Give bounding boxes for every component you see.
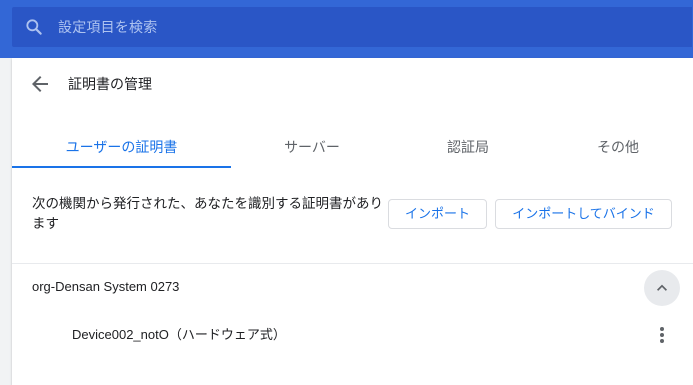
divider — [12, 263, 693, 264]
search-input[interactable]: 設定項目を検索 — [58, 7, 157, 47]
certificate-item: Device002_notO（ハードウェア式） — [72, 327, 286, 342]
tab-servers[interactable]: サーバー — [231, 132, 393, 166]
org-name: org-Densan System 0273 — [32, 279, 180, 294]
tab-user-certificates[interactable]: ユーザーの証明書 — [12, 132, 231, 168]
more-vert-icon[interactable] — [652, 325, 672, 345]
import-and-bind-button[interactable]: インポートしてバインド — [495, 199, 672, 229]
collapse-button[interactable] — [644, 270, 680, 306]
tab-others[interactable]: その他 — [543, 132, 693, 166]
search-icon — [26, 19, 42, 35]
settings-card: 証明書の管理 ユーザーの証明書 サーバー 認証局 その他 次の機関から発行された… — [12, 58, 693, 385]
import-button[interactable]: インポート — [388, 199, 487, 229]
tab-authorities[interactable]: 認証局 — [393, 132, 543, 166]
page-title: 証明書の管理 — [68, 76, 152, 92]
search-box[interactable]: 設定項目を検索 — [12, 7, 692, 47]
certificates-description: 次の機関から発行された、あなたを識別する証明書があります — [32, 196, 383, 231]
arrow-back-icon[interactable] — [28, 72, 52, 96]
top-bar: 設定項目を検索 — [0, 0, 693, 58]
chevron-up-icon — [657, 284, 667, 291]
